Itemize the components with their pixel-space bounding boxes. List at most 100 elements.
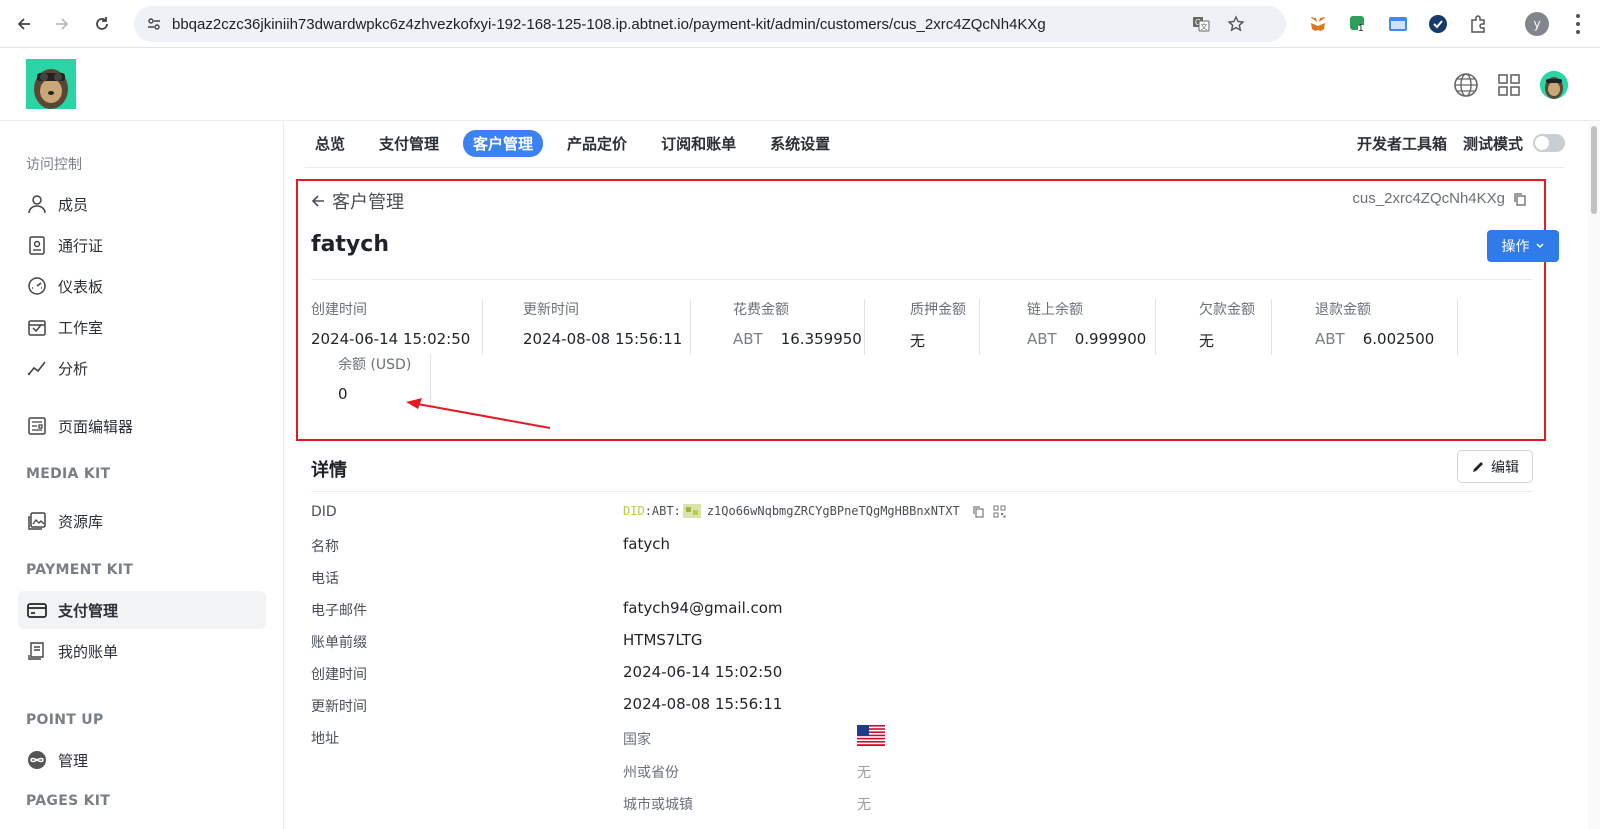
sidebar-item-analytics[interactable]: 分析 [18,349,266,387]
did-chain: :ABT: [644,504,681,518]
sidebar-item-label: 支付管理 [58,601,119,620]
sidebar-item-assets[interactable]: 资源库 [18,502,266,540]
profile-avatar[interactable]: y [1525,12,1549,36]
stat-value: 2024-08-08 15:56:11 [523,330,683,348]
arrow-left-icon [311,195,324,207]
main-content: 总览 支付管理 客户管理 产品定价 订阅和账单 系统设置 开发者工具箱 测试模式… [285,122,1585,829]
name-label: 名称 [311,539,339,555]
phone-label: 电话 [311,571,339,587]
tab-pricing[interactable]: 产品定价 [557,130,637,157]
copy-icon[interactable] [1513,192,1527,206]
sidebar-item-manage[interactable]: 管理 [18,741,266,779]
language-globe-icon[interactable] [1452,71,1480,99]
qrcode-icon[interactable] [993,505,1006,518]
stat-label: 质押金额 [910,302,966,318]
gauge-icon [26,275,48,297]
app-logo[interactable] [26,59,76,109]
did-prefix: DID [623,504,645,518]
forward-icon[interactable] [48,10,76,38]
pencil-icon [1473,461,1483,472]
extension-check-icon[interactable] [1426,12,1450,36]
reload-icon[interactable] [88,10,116,38]
tab-subscriptions[interactable]: 订阅和账单 [651,130,746,157]
stat-value: 无 [1199,332,1215,350]
site-settings-icon[interactable] [144,14,164,34]
sidebar-group-pages: PAGES KIT [26,793,111,809]
header-divider [311,279,1533,280]
edit-button[interactable]: 编辑 [1457,450,1533,483]
stat-refund: 退款金额 ABT 6.002500 [1315,299,1458,355]
tab-customers[interactable]: 客户管理 [463,129,544,157]
sidebar-item-payment-mgmt[interactable]: 支付管理 [18,591,266,629]
tabs-divider [305,167,1565,168]
created-value: 2024-06-14 15:02:50 [623,663,783,681]
credit-card-icon [26,599,48,621]
stat-owed: 欠款金额 无 [1199,299,1272,355]
tab-payments[interactable]: 支付管理 [369,130,449,157]
test-mode-toggle[interactable] [1533,134,1565,152]
currency-label: ABT [1027,330,1057,348]
customer-id: cus_2xrc4ZQcNh4KXg [1352,190,1527,207]
sidebar-item-my-bills[interactable]: 我的账单 [18,632,266,670]
analytics-icon [26,357,48,379]
city-value: 无 [857,797,871,813]
sidebar-item-label: 成员 [58,195,89,214]
currency-label: ABT [1315,330,1345,348]
country-label: 国家 [623,732,651,748]
stat-label: 创建时间 [311,302,367,318]
sidebar-item-label: 仪表板 [58,277,104,296]
amount: 0.999900 [1074,330,1147,348]
tabs-right: 开发者工具箱 测试模式 [1357,130,1565,156]
extension-badge: 1 [1358,23,1364,34]
sidebar-item-dashboard[interactable]: 仪表板 [18,267,266,305]
browser-menu-icon[interactable] [1574,12,1582,36]
sidebar-group-access: 访问控制 [26,157,82,173]
sidebar-item-page-editor[interactable]: 页面编辑器 [18,407,266,445]
sidebar-item-label: 我的账单 [58,642,119,661]
passport-icon [26,234,48,256]
did-label: DID [311,504,337,520]
page-scrollbar[interactable] [1588,122,1600,829]
did-value: DID:ABT: z1Qo66wNqbmgZRCYgBPneTQgMgHBBnx… [623,504,1006,518]
bookmark-star-icon[interactable] [1226,14,1246,34]
invoice-prefix-label: 账单前缀 [311,635,367,651]
state-value: 无 [857,765,871,781]
extensions-puzzle-icon[interactable] [1466,12,1490,36]
metamask-icon[interactable] [1306,12,1330,36]
stat-value: 2024-06-14 15:02:50 [311,330,471,348]
extension-green-icon[interactable]: 1 [1346,12,1370,36]
translate-icon[interactable]: G文 [1191,14,1211,34]
back-icon[interactable] [10,10,38,38]
actions-button[interactable]: 操作 [1487,230,1559,262]
devtools-link[interactable]: 开发者工具箱 [1357,133,1447,154]
app-header [0,49,1600,121]
did-avatar-icon [682,504,701,518]
stat-label: 欠款金额 [1199,302,1255,318]
stat-value: 0 [338,385,348,403]
browser-toolbar: bbqaz2czc36jkiniih73dwardwpkc6z4zhvezkof… [0,0,1600,48]
scrollbar-thumb[interactable] [1591,126,1597,214]
state-label: 州或省份 [623,765,679,781]
email-label: 电子邮件 [311,603,367,619]
stat-value: ABT 6.002500 [1315,330,1434,348]
tab-settings[interactable]: 系统设置 [760,130,840,157]
stat-value: ABT 16.359950 [733,330,862,348]
customer-name: fatych [311,232,389,257]
address-bar[interactable]: bbqaz2czc36jkiniih73dwardwpkc6z4zhvezkof… [134,6,1286,42]
sidebar-item-passport[interactable]: 通行证 [18,226,266,264]
address-label: 地址 [311,731,339,747]
back-to-customers[interactable]: 客户管理 [310,188,404,214]
url-text[interactable]: bbqaz2czc36jkiniih73dwardwpkc6z4zhvezkof… [172,16,1182,33]
extension-window-icon[interactable] [1386,12,1410,36]
tab-overview[interactable]: 总览 [305,130,355,157]
sidebar-item-label: 资源库 [58,512,104,531]
sidebar-item-label: 通行证 [58,236,104,255]
user-avatar[interactable] [1540,71,1568,99]
apps-grid-icon[interactable] [1495,71,1523,99]
copy-icon[interactable] [972,505,985,518]
sidebar-item-label: 管理 [58,751,89,770]
stat-staked: 质押金额 无 [910,299,980,355]
city-label: 城市或城镇 [623,797,693,813]
sidebar-item-members[interactable]: 成员 [18,185,266,223]
sidebar-item-studio[interactable]: 工作室 [18,308,266,346]
